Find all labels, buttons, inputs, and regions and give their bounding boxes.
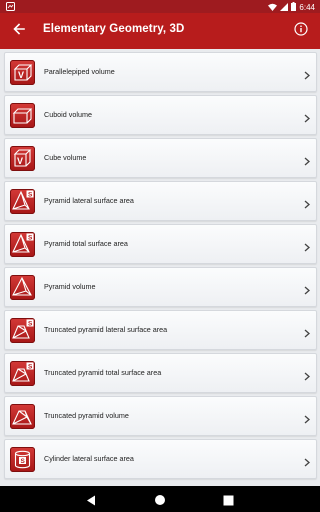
page-title: Elementary Geometry, 3D xyxy=(43,23,185,35)
nav-back-icon[interactable] xyxy=(86,493,96,511)
cube-volume-icon: V xyxy=(10,146,35,171)
svg-text:V: V xyxy=(17,156,23,166)
pyramid-surface-icon: S xyxy=(10,232,35,257)
list-item-label: Parallelepiped volume xyxy=(44,67,115,76)
pyramid-icon xyxy=(10,275,35,300)
list-item-label: Cube volume xyxy=(44,153,87,162)
back-button[interactable] xyxy=(8,20,30,42)
list-item-label: Truncated pyramid lateral surface area xyxy=(44,325,168,334)
list-item[interactable]: S Truncated pyramid total surface area xyxy=(4,353,317,393)
chevron-right-icon xyxy=(304,454,310,472)
notification-icon xyxy=(6,2,15,13)
chevron-right-icon xyxy=(304,368,310,386)
list-item[interactable]: S Pyramid total surface area xyxy=(4,224,317,264)
parallelepiped-volume-icon: V xyxy=(10,60,35,85)
list-item[interactable]: Pyramid volume xyxy=(4,267,317,307)
system-nav-bar xyxy=(0,486,320,512)
list-item[interactable]: S Truncated pyramid lateral surface area xyxy=(4,310,317,350)
list-item-label: Pyramid total surface area xyxy=(44,239,128,248)
list-item-label: Cylinder lateral surface area xyxy=(44,454,134,463)
chevron-right-icon xyxy=(304,325,310,343)
wifi-icon xyxy=(268,3,278,13)
list-item-label: Pyramid lateral surface area xyxy=(44,196,134,205)
nav-home-icon[interactable] xyxy=(154,493,166,511)
list-item[interactable]: V Cube volume xyxy=(4,138,317,178)
list-item-label: Pyramid volume xyxy=(44,282,96,291)
chevron-right-icon xyxy=(304,153,310,171)
status-bar: 6:44 xyxy=(0,0,320,13)
svg-text:S: S xyxy=(28,364,33,371)
list-item[interactable]: Cuboid volume xyxy=(4,95,317,135)
chevron-right-icon xyxy=(304,282,310,300)
list-item-label: Truncated pyramid total surface area xyxy=(44,368,162,377)
cuboid-icon xyxy=(10,103,35,128)
clock-time: 6:44 xyxy=(299,3,315,12)
list-item[interactable]: V Parallelepiped volume xyxy=(4,52,317,92)
list-item[interactable]: S Pyramid lateral surface area xyxy=(4,181,317,221)
list-item-label: Cuboid volume xyxy=(44,110,92,119)
truncated-pyramid-icon xyxy=(10,404,35,429)
list-item[interactable]: Truncated pyramid volume xyxy=(4,396,317,436)
chevron-right-icon xyxy=(304,110,310,128)
info-icon xyxy=(294,21,308,41)
arrow-back-icon xyxy=(13,22,25,40)
chevron-right-icon xyxy=(304,239,310,257)
svg-text:S: S xyxy=(28,192,33,199)
pyramid-surface-icon: S xyxy=(10,189,35,214)
chevron-right-icon xyxy=(304,196,310,214)
truncated-pyramid-surface-icon: S xyxy=(10,361,35,386)
list-item-label: Truncated pyramid volume xyxy=(44,411,129,420)
cylinder-surface-icon: S xyxy=(10,447,35,472)
nav-recents-icon[interactable] xyxy=(223,493,234,511)
svg-text:S: S xyxy=(21,458,26,465)
chevron-right-icon xyxy=(304,411,310,429)
list-item[interactable]: S Cylinder lateral surface area xyxy=(4,439,317,479)
signal-icon xyxy=(280,2,289,13)
app-bar: Elementary Geometry, 3D xyxy=(0,13,320,49)
svg-text:S: S xyxy=(28,321,33,328)
battery-icon xyxy=(291,2,297,13)
chevron-right-icon xyxy=(304,67,310,85)
truncated-pyramid-surface-icon: S xyxy=(10,318,35,343)
svg-text:V: V xyxy=(18,70,24,80)
info-button[interactable] xyxy=(290,20,312,42)
svg-text:S: S xyxy=(28,235,33,242)
